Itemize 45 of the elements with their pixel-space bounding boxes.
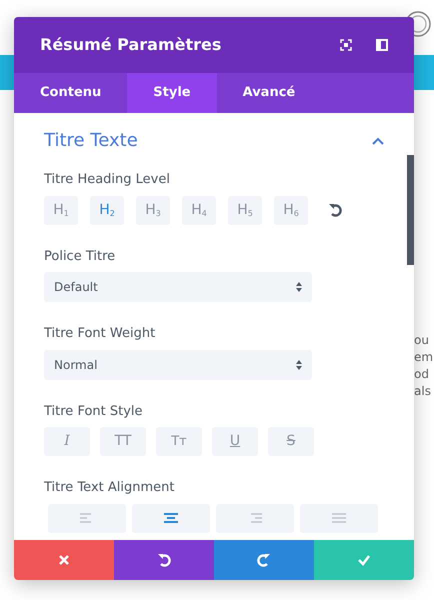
justify-icon [329, 511, 349, 525]
tab[interactable]: Style [127, 73, 217, 113]
field-label: Police Titre [44, 248, 116, 266]
font-style-button[interactable]: TT [100, 427, 146, 456]
sidebar-icon[interactable] [376, 39, 388, 51]
background-text: od [414, 366, 430, 383]
font-style-button[interactable]: Tᴛ [156, 427, 202, 456]
up-down-arrows-icon [296, 360, 302, 370]
undo-button[interactable] [114, 540, 214, 580]
modal-title: Résumé Paramètres [40, 34, 222, 56]
heading-level-button[interactable]: H$_{3}$ [136, 196, 170, 224]
fullscreen-icon[interactable] [340, 39, 352, 51]
heading-level-button[interactable]: H$_{5}$ [228, 196, 262, 224]
align-center-icon [161, 511, 181, 525]
select-field[interactable]: Default [44, 272, 312, 302]
background-text: ou [414, 332, 430, 349]
save-button[interactable] [314, 540, 414, 580]
select-field[interactable]: Normal [44, 350, 312, 380]
chevron-icon[interactable] [372, 136, 384, 144]
up-down-arrows-icon [296, 282, 302, 292]
field-label: Titre Font Style [44, 402, 144, 420]
font-style-button[interactable]: I [44, 427, 90, 456]
undo-icon [157, 553, 171, 567]
field-label: Titre Text Alignment [44, 479, 176, 497]
tab[interactable]: Contenu [14, 73, 128, 113]
close-icon [57, 553, 71, 567]
font-style-button[interactable]: U [212, 427, 258, 456]
font-style-button[interactable]: S [268, 427, 314, 456]
section-title[interactable]: Titre Texte [44, 127, 138, 154]
redo-button[interactable] [214, 540, 314, 580]
cancel-button[interactable] [14, 540, 114, 580]
scrollbar[interactable] [407, 155, 414, 265]
check-icon [357, 553, 371, 567]
alignment-button[interactable] [132, 504, 210, 532]
background-text: als [414, 383, 432, 400]
background-text: em [414, 349, 434, 366]
field-label: Titre Font Weight [44, 325, 156, 343]
reset-icon[interactable] [328, 202, 344, 218]
heading-level-button[interactable]: H$_{4}$ [182, 196, 216, 224]
redo-icon [257, 553, 271, 567]
heading-level-button[interactable]: H$_{2}$ [90, 196, 124, 224]
heading-level-button[interactable]: H$_{1}$ [44, 196, 78, 224]
heading-level-button[interactable]: H$_{6}$ [274, 196, 308, 224]
field-label: Titre Heading Level [44, 171, 171, 189]
tab[interactable]: Avancé [216, 73, 322, 113]
